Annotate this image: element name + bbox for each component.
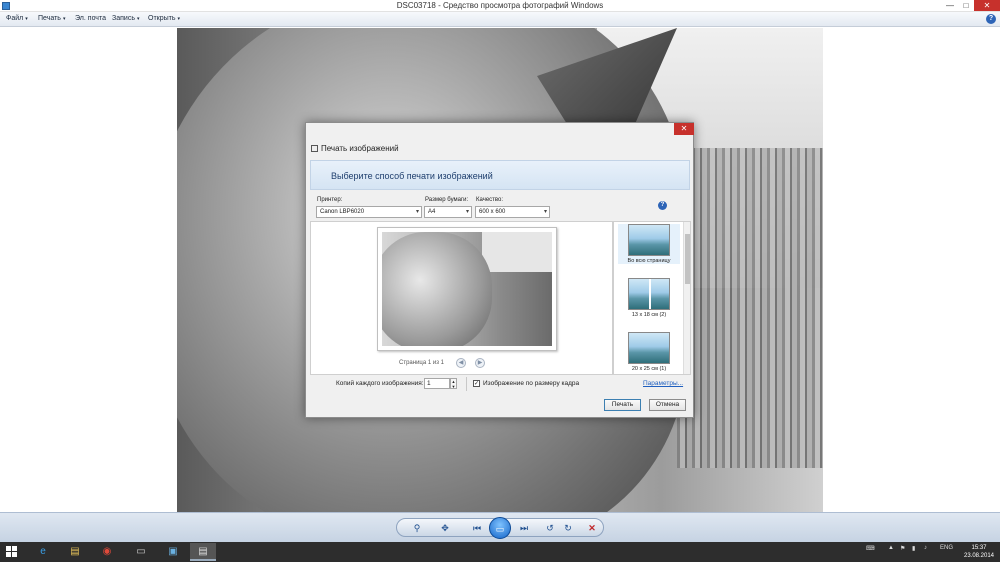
- prev-page-button[interactable]: ◀: [456, 358, 466, 368]
- menu-file[interactable]: Файл ▾: [6, 15, 28, 22]
- photos-app-icon[interactable]: ▣: [160, 543, 186, 561]
- drive-icon[interactable]: ▭: [128, 543, 154, 561]
- viewer-controls-bar: ⚲ ✥ ⏮ ▭ ⏭ ↺ ↻ ✕: [0, 512, 1000, 542]
- maximize-button[interactable]: □: [958, 0, 974, 11]
- layout-thumbnail: [628, 332, 670, 364]
- layout-20x25[interactable]: 20 x 25 см (1): [618, 332, 680, 372]
- rotate-left-button[interactable]: ↺: [543, 521, 557, 535]
- help-icon[interactable]: ?: [986, 14, 996, 24]
- language-indicator[interactable]: ENG: [940, 545, 953, 551]
- chevron-down-icon: ▾: [177, 16, 181, 22]
- chevron-down-icon: ▾: [136, 16, 140, 22]
- clock-date: 23.08.2014: [963, 553, 995, 559]
- print-button[interactable]: Печать: [604, 399, 641, 411]
- dialog-banner-text: Выберите способ печати изображений: [331, 171, 493, 181]
- paper-size-label: Размер бумаги:: [425, 197, 469, 203]
- menu-file-label: Файл: [6, 15, 24, 22]
- network-icon[interactable]: ▮: [912, 545, 915, 552]
- next-page-button[interactable]: ▶: [475, 358, 485, 368]
- copies-input[interactable]: 1: [424, 378, 450, 389]
- menu-open[interactable]: Открыть ▾: [148, 15, 180, 22]
- menu-print-label: Печать: [38, 15, 61, 22]
- layout-caption: 20 x 25 см (1): [631, 366, 667, 372]
- layout-list: Во всю страницу 13 x 18 см (2) 20 x 25 с…: [613, 221, 691, 375]
- tray-chevron-icon[interactable]: ▲: [888, 545, 894, 551]
- volume-icon[interactable]: ♪: [924, 545, 927, 551]
- previous-photo-button[interactable]: ⏮: [470, 521, 484, 535]
- preview-sky: [482, 232, 552, 272]
- layout-scrollbar[interactable]: [683, 222, 690, 374]
- actual-size-icon[interactable]: ✥: [438, 521, 452, 535]
- menu-print[interactable]: Печать ▾: [38, 15, 65, 22]
- photo-trees: [677, 148, 823, 468]
- window-titlebar: DSC03718 - Средство просмотра фотографий…: [0, 0, 1000, 12]
- copies-label: Копий каждого изображения:: [336, 380, 424, 387]
- copies-stepper[interactable]: ▲ ▼: [450, 378, 457, 389]
- slideshow-button[interactable]: ▭: [489, 517, 511, 539]
- printer-select[interactable]: Canon LBP6020 ▾: [316, 206, 422, 218]
- divider: [466, 377, 467, 391]
- help-icon[interactable]: ?: [658, 201, 667, 210]
- printer-select-value: Canon LBP6020: [320, 209, 365, 215]
- keyboard-icon[interactable]: ⌨: [866, 545, 875, 552]
- quality-label: Качество:: [476, 197, 504, 203]
- menu-email[interactable]: Эл. почта: [75, 15, 106, 22]
- page-counter: Страница 1 из 1: [399, 360, 444, 366]
- layout-thumbnail: [628, 278, 670, 310]
- chrome-icon[interactable]: ◉: [94, 543, 120, 561]
- printer-icon: [311, 145, 318, 152]
- layout-thumbnail: [628, 224, 670, 256]
- clock-time: 15:37: [971, 545, 987, 551]
- print-pictures-dialog: ✕ Печать изображений Выберите способ печ…: [305, 122, 694, 418]
- next-photo-button[interactable]: ⏭: [517, 521, 531, 535]
- layout-caption: 13 x 18 см (2): [631, 312, 667, 318]
- menu-email-label: Эл. почта: [75, 15, 106, 22]
- layout-full-page[interactable]: Во всю страницу: [618, 224, 680, 264]
- start-button[interactable]: [6, 546, 18, 558]
- taskbar-clock[interactable]: 15:37 23.08.2014: [962, 544, 996, 560]
- scrollbar-thumb[interactable]: [685, 234, 690, 284]
- preview-cat: [382, 232, 492, 346]
- print-preview-area: Страница 1 из 1 ◀ ▶: [310, 221, 613, 375]
- fit-picture-checkbox[interactable]: ✓: [473, 380, 480, 387]
- printer-label: Принтер:: [317, 197, 343, 203]
- dialog-title: Печать изображений: [321, 144, 399, 153]
- window-title: DSC03718 - Средство просмотра фотографий…: [396, 1, 604, 10]
- cancel-button[interactable]: Отмена: [649, 399, 686, 411]
- minimize-button[interactable]: —: [942, 0, 958, 11]
- delete-button[interactable]: ✕: [585, 521, 599, 535]
- flag-icon[interactable]: ⚑: [900, 545, 905, 552]
- chevron-down-icon: ▾: [415, 209, 419, 215]
- quality-value: 600 x 600: [479, 209, 506, 215]
- paper-size-select[interactable]: A4 ▾: [424, 206, 472, 218]
- chevron-down-icon: ▾: [25, 16, 28, 22]
- zoom-icon[interactable]: ⚲: [410, 521, 424, 535]
- menu-open-label: Открыть: [148, 15, 176, 22]
- preview-page: [377, 227, 557, 351]
- menu-burn-label: Запись: [112, 15, 135, 22]
- photo-viewer-taskbar-icon[interactable]: ▤: [190, 543, 216, 561]
- layout-13x18[interactable]: 13 x 18 см (2): [618, 278, 680, 318]
- paper-size-value: A4: [428, 209, 436, 215]
- menu-burn[interactable]: Запись ▾: [112, 15, 139, 22]
- preview-photo: [382, 232, 552, 346]
- windows-taskbar: e ▤ ◉ ▭ ▣ ▤ ⌨ ▲ ⚑ ▮ ♪ ENG 15:37 23.08.20…: [0, 542, 1000, 562]
- rotate-right-button[interactable]: ↻: [561, 521, 575, 535]
- fit-picture-label: Изображение по размеру кадра: [483, 380, 580, 387]
- layout-caption: Во всю страницу: [627, 258, 671, 264]
- internet-explorer-icon[interactable]: e: [30, 543, 56, 561]
- file-explorer-icon[interactable]: ▤: [62, 543, 88, 561]
- dialog-banner: Выберите способ печати изображений: [310, 160, 690, 190]
- chevron-down-icon: ▾: [465, 209, 469, 215]
- chevron-down-icon: ▾: [543, 209, 547, 215]
- options-link[interactable]: Параметры...: [643, 380, 683, 387]
- chevron-down-icon: ▾: [62, 16, 66, 22]
- close-window-button[interactable]: ✕: [974, 0, 1000, 11]
- quality-select[interactable]: 600 x 600 ▾: [475, 206, 550, 218]
- dialog-close-button[interactable]: ✕: [674, 123, 694, 135]
- menu-bar: Файл ▾ Печать ▾ Эл. почта Запись ▾ Открыть ▾…: [0, 12, 1000, 27]
